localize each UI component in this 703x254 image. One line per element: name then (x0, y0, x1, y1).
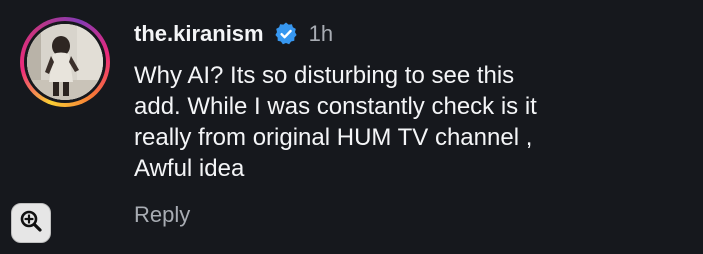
timestamp: 1h (308, 21, 334, 46)
verified-badge-icon (273, 21, 299, 47)
comment-line: really from original HUM TV channel , (134, 124, 533, 151)
avatar-story-ring[interactable] (20, 17, 110, 107)
comment-line: Why AI? Its so disturbing to see this (134, 62, 515, 89)
avatar-image (27, 24, 103, 100)
zoom-in-icon (18, 208, 44, 239)
zoom-button[interactable] (11, 203, 51, 243)
comment-header: the.kiranism 1h (134, 18, 333, 50)
username[interactable]: the.kiranism (134, 21, 264, 47)
comment-line: Awful idea (134, 155, 245, 182)
comment-line: add. While I was constantly check is it (134, 93, 537, 120)
comment: the.kiranism 1h Why AI? Its so disturbin… (0, 0, 703, 254)
reply-button[interactable]: Reply (134, 202, 190, 228)
avatar[interactable] (27, 24, 103, 100)
comment-text: Why AI? Its so disturbing to see this ad… (134, 60, 674, 184)
